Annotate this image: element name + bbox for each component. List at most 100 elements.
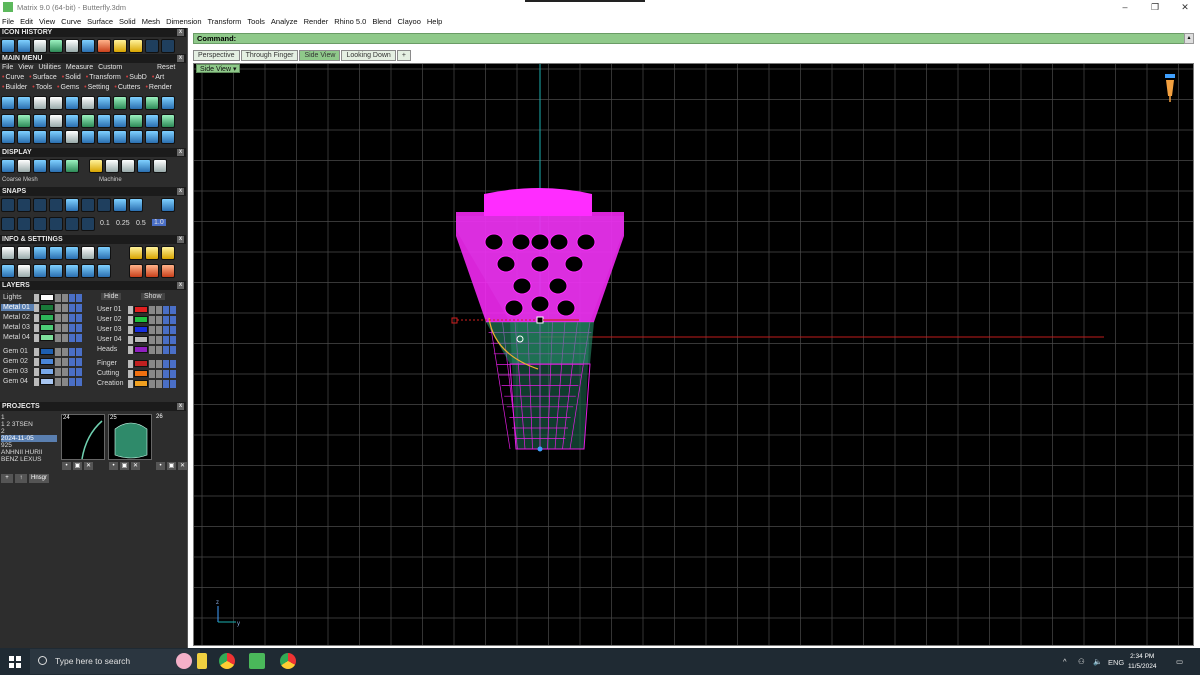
lock-icon[interactable] — [55, 347, 61, 356]
save-icon[interactable]: ▣ — [167, 462, 176, 470]
info-icon[interactable] — [49, 264, 63, 278]
layer-select-icon[interactable] — [69, 313, 75, 322]
snap-icon[interactable] — [65, 198, 79, 212]
layer-name[interactable]: Creation — [95, 380, 128, 387]
show-button[interactable]: Show — [141, 293, 165, 300]
project-list-item[interactable]: 2024-11-05 — [1, 435, 57, 442]
move-icon[interactable] — [65, 130, 79, 144]
layer-arrow-icon[interactable] — [34, 347, 39, 356]
snap-icon[interactable] — [1, 198, 15, 212]
lock-icon[interactable] — [55, 313, 61, 322]
layer-row[interactable]: User 03 — [95, 325, 177, 334]
layer-select-icon[interactable] — [76, 333, 82, 342]
up-arrow-icon[interactable]: ↑ — [15, 474, 27, 483]
menu-edit[interactable]: Edit — [20, 17, 33, 26]
layer-row[interactable]: Gem 04 — [1, 377, 83, 386]
command-line[interactable]: Command: — [193, 33, 1194, 44]
info-icon[interactable] — [17, 264, 31, 278]
tool-icon[interactable] — [1, 114, 15, 128]
visibility-icon[interactable] — [62, 293, 68, 302]
tool-icon[interactable] — [33, 130, 47, 144]
main-menu-item-custom[interactable]: Custom — [98, 64, 122, 71]
collapse-icon[interactable]: x — [177, 282, 184, 289]
layer-color-swatch[interactable] — [40, 348, 54, 355]
add-project-icon[interactable]: + — [1, 474, 13, 483]
tool-icon[interactable] — [49, 114, 63, 128]
lock-icon[interactable] — [149, 359, 155, 368]
tool-icon[interactable] — [65, 96, 79, 110]
layer-color-swatch[interactable] — [40, 304, 54, 311]
material-icon[interactable] — [89, 159, 103, 173]
info-icon[interactable] — [145, 264, 159, 278]
snap-icon[interactable] — [81, 198, 95, 212]
back-arrow-icon[interactable] — [145, 39, 159, 53]
menu-surface[interactable]: Surface — [87, 17, 113, 26]
main-menu-item-measure[interactable]: Measure — [66, 64, 93, 71]
main-menu-item-cutters[interactable]: •Cutters — [114, 84, 140, 91]
layer-arrow-icon[interactable] — [34, 333, 39, 342]
project-thumbnail[interactable]: 25 — [108, 414, 152, 460]
minimize-button[interactable]: – — [1110, 0, 1140, 14]
menu-dimension[interactable]: Dimension — [166, 17, 201, 26]
layer-row[interactable]: User 04 — [95, 335, 177, 344]
layer-color-swatch[interactable] — [40, 334, 54, 341]
layer-select-icon[interactable] — [170, 305, 176, 314]
material-icon[interactable] — [137, 159, 151, 173]
layer-select-icon[interactable] — [76, 323, 82, 332]
tool-icon[interactable] — [145, 96, 159, 110]
layer-select-icon[interactable] — [170, 325, 176, 334]
matrix-taskbar-icon[interactable] — [249, 653, 265, 669]
layer-select-icon[interactable] — [69, 357, 75, 366]
tab-perspective[interactable]: Perspective — [193, 50, 240, 61]
taskbar-search[interactable]: Type here to search — [30, 649, 200, 674]
layer-row[interactable]: Lights — [1, 293, 83, 302]
wireframe-icon[interactable] — [1, 159, 15, 173]
rendered-icon[interactable] — [33, 159, 47, 173]
main-menu-item-builder[interactable]: •Builder — [2, 84, 27, 91]
display-header[interactable]: DISPLAY x — [0, 148, 186, 157]
info-icon[interactable] — [81, 264, 95, 278]
menu-tools[interactable]: Tools — [247, 17, 265, 26]
snap-icon[interactable] — [49, 198, 63, 212]
collapse-icon[interactable]: x — [177, 55, 184, 62]
lock-icon[interactable] — [149, 369, 155, 378]
main-menu-item-transform[interactable]: •Transform — [86, 74, 121, 81]
project-list-item[interactable]: 1 — [1, 414, 57, 421]
history-tool-icon[interactable] — [49, 39, 63, 53]
tray-chevron-icon[interactable]: ^ — [1063, 657, 1067, 666]
layer-name[interactable]: Metal 02 — [1, 314, 34, 321]
layer-select-icon[interactable] — [170, 379, 176, 388]
visibility-icon[interactable] — [62, 367, 68, 376]
layer-select-icon[interactable] — [76, 347, 82, 356]
tool-icon[interactable] — [145, 130, 159, 144]
tool-icon[interactable] — [17, 114, 31, 128]
layer-select-icon[interactable] — [69, 377, 75, 386]
material-icon[interactable] — [153, 159, 167, 173]
layer-select-icon[interactable] — [163, 345, 169, 354]
snap-icon[interactable] — [129, 198, 143, 212]
lock-icon[interactable] — [55, 333, 61, 342]
main-menu-reset[interactable]: Reset — [157, 64, 175, 71]
lock-icon[interactable] — [149, 315, 155, 324]
people-icon[interactable]: ⚇ — [1078, 657, 1085, 666]
forward-arrow-icon[interactable] — [161, 39, 175, 53]
info-icon[interactable] — [97, 264, 111, 278]
main-menu-item-utilities[interactable]: Utilities — [38, 64, 61, 71]
menu-blend[interactable]: Blend — [372, 17, 391, 26]
icon-history-header[interactable]: ICON HISTORY x — [0, 28, 186, 37]
layer-select-icon[interactable] — [170, 335, 176, 344]
menu-clayoo[interactable]: Clayoo — [398, 17, 421, 26]
menu-file[interactable]: File — [2, 17, 14, 26]
project-list-item[interactable]: BENZ LEXUS — [1, 456, 57, 463]
filter-icon[interactable] — [65, 264, 79, 278]
menu-mesh[interactable]: Mesh — [142, 17, 160, 26]
layer-row[interactable]: User 02 — [95, 315, 177, 324]
visibility-icon[interactable] — [62, 303, 68, 312]
main-menu-item-subd[interactable]: •SubD — [126, 74, 147, 81]
layer-name[interactable]: Lights — [1, 294, 34, 301]
layer-select-icon[interactable] — [170, 315, 176, 324]
snap-icon[interactable] — [113, 198, 127, 212]
main-menu-item-file[interactable]: File — [2, 64, 13, 71]
tool-icon[interactable] — [81, 130, 95, 144]
history-tool-icon[interactable] — [1, 39, 15, 53]
